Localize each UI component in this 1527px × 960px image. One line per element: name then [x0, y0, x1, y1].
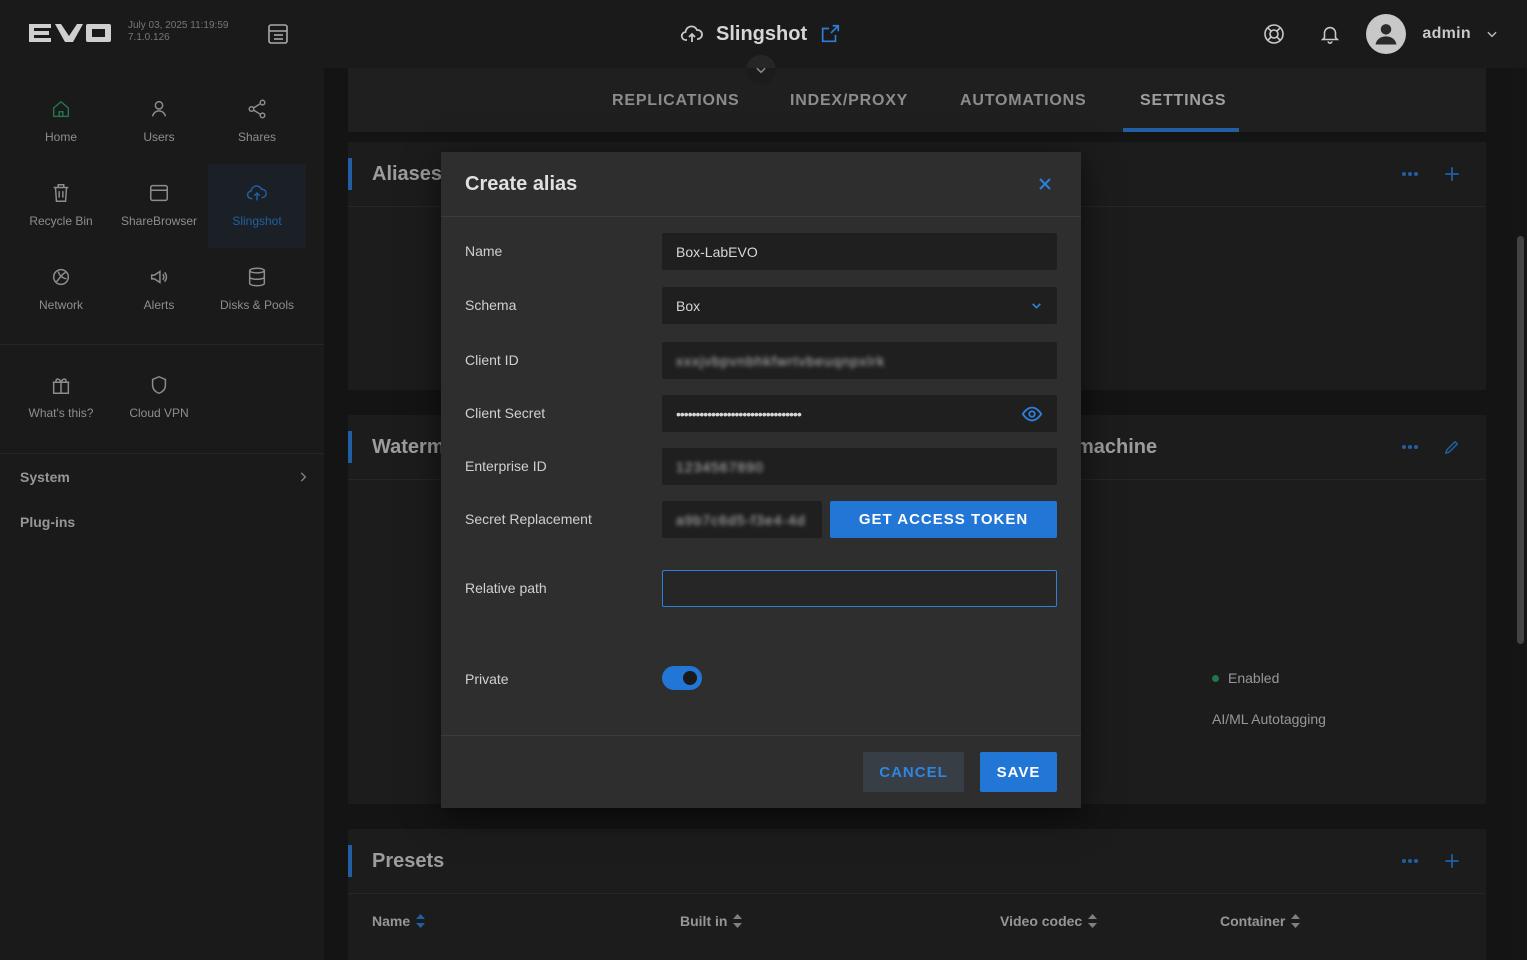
client-id-label: Client ID — [465, 352, 519, 368]
client-secret-label: Client Secret — [465, 405, 546, 421]
name-label: Name — [465, 243, 503, 259]
schema-label: Schema — [465, 297, 517, 313]
schema-value: Box — [676, 297, 701, 314]
enterprise-id-field[interactable]: 1234567890 — [662, 448, 1057, 485]
page-title: Slingshot — [716, 22, 808, 45]
dialog-divider — [441, 735, 1081, 736]
name-field[interactable]: Box-LabEVO — [662, 233, 1057, 270]
chevron-down-icon — [1032, 303, 1041, 309]
dialog-title: Create alias — [465, 173, 578, 195]
avatar[interactable] — [1366, 14, 1407, 54]
toggle-knob — [683, 671, 697, 685]
client-secret-value: •••••••••••••••••••••••••••••••• — [676, 405, 802, 422]
client-id-field[interactable]: xxxjvbpvnbhkfwrtvbeuqnpxlrk — [662, 342, 1057, 379]
client-id-value: xxxjvbpvnbhkfwrtvbeuqnpxlrk — [676, 352, 886, 369]
eye-icon[interactable] — [1021, 403, 1043, 425]
chevron-down-icon[interactable] — [1485, 27, 1499, 41]
save-button[interactable]: SAVE — [980, 752, 1057, 792]
cloud-upload-icon — [680, 25, 703, 42]
build-info: July 03, 2025 11:19:59 7.1.0.126 — [128, 20, 228, 44]
get-access-token-button[interactable]: GET ACCESS TOKEN — [830, 501, 1057, 538]
relative-path-label: Relative path — [465, 580, 547, 596]
evo-logo[interactable] — [27, 22, 113, 44]
cancel-button[interactable]: CANCEL — [863, 752, 964, 792]
dialog-divider — [441, 216, 1081, 217]
schema-select[interactable]: Box — [662, 287, 1057, 324]
client-secret-field[interactable]: •••••••••••••••••••••••••••••••• — [662, 395, 1057, 432]
page-header: Slingshot — [680, 18, 841, 50]
enterprise-id-value: 1234567890 — [676, 458, 764, 475]
sidebar-toggle-icon[interactable] — [266, 22, 290, 46]
secret-replacement-field[interactable]: a9b7c6d5-f3e4-4d — [662, 501, 822, 538]
top-right-tools: admin — [1230, 12, 1499, 56]
help-lifebuoy-icon[interactable] — [1262, 22, 1286, 46]
datetime-text: July 03, 2025 11:19:59 — [128, 20, 229, 31]
version-text: 7.1.0.126 — [128, 32, 170, 43]
bell-icon[interactable] — [1318, 22, 1342, 46]
private-toggle[interactable] — [662, 666, 702, 690]
private-label: Private — [465, 671, 509, 687]
create-alias-dialog: Create alias Name Box-LabEVO Schema Box … — [441, 152, 1081, 808]
enterprise-id-label: Enterprise ID — [465, 458, 547, 474]
close-icon[interactable] — [1035, 174, 1055, 194]
name-value: Box-LabEVO — [676, 243, 758, 260]
relative-path-input[interactable] — [662, 570, 1057, 607]
open-external-icon[interactable] — [819, 23, 841, 45]
secret-replacement-value: a9b7c6d5-f3e4-4d — [676, 511, 806, 528]
user-name[interactable]: admin — [1422, 25, 1471, 43]
secret-replacement-label: Secret Replacement — [465, 511, 592, 527]
